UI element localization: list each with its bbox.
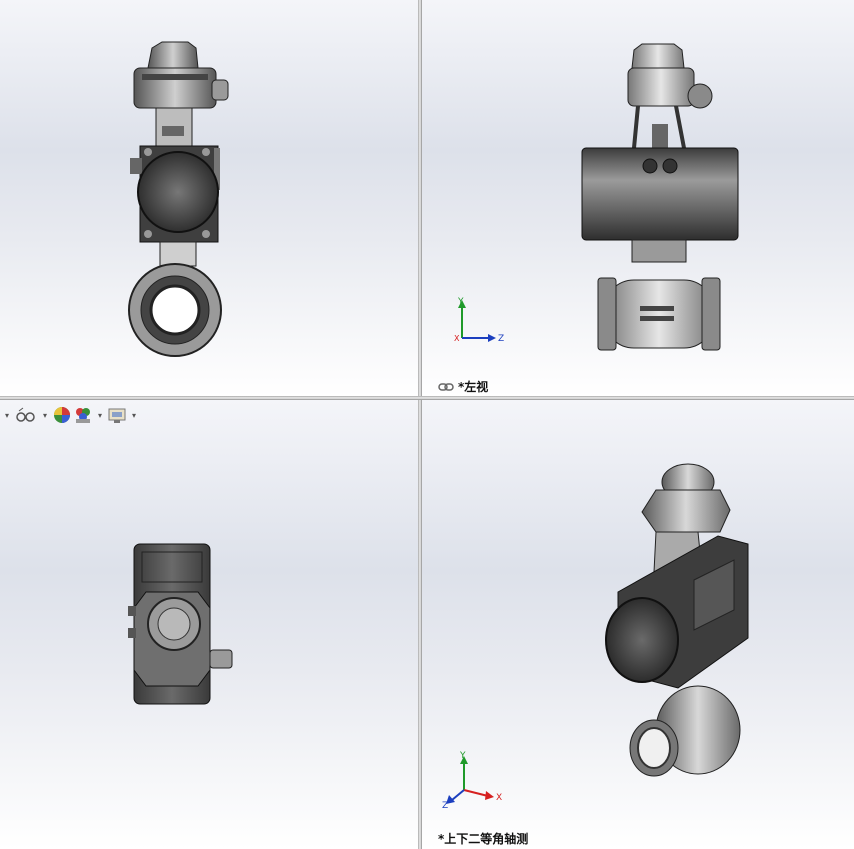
valve-top-view[interactable] (124, 542, 236, 706)
axis-y-label: Y (459, 751, 466, 761)
toolbar-dropdown-caret[interactable]: ▾ (43, 411, 47, 420)
axis-z-label: Z (442, 801, 448, 810)
toolbar-dropdown-caret[interactable]: ▾ (98, 411, 102, 420)
axis-triad: Y X Z (442, 751, 502, 810)
view-label-text: *左视 (458, 380, 489, 394)
toolbar-dropdown-caret[interactable]: ▾ (5, 411, 9, 420)
valve-isometric-view[interactable] (598, 460, 762, 780)
toolbar-dropdown-caret[interactable]: ▾ (132, 411, 136, 420)
viewport-front[interactable] (0, 0, 418, 396)
view-settings-icon[interactable] (108, 405, 126, 425)
valve-front-view[interactable] (120, 40, 230, 360)
view-label-isometric: *上下二等角轴测 (438, 830, 528, 847)
appearance-icon[interactable] (53, 405, 71, 425)
link-icon[interactable] (438, 382, 454, 392)
view-label-left: *左视 (438, 378, 488, 395)
viewport-left[interactable]: Y Z X *左视 (422, 0, 854, 396)
valve-left-view[interactable] (572, 40, 747, 360)
display-style-icon[interactable] (15, 405, 37, 425)
view-label-text: *上下二等角轴测 (438, 832, 529, 846)
axis-triad: Y Z X (454, 297, 504, 344)
axis-x-label: X (496, 793, 502, 803)
viewport-top[interactable]: ▾ ▾ ▾ ▾ (0, 400, 418, 849)
axis-z-label: Z (498, 334, 504, 344)
heads-up-toolbar: ▾ ▾ ▾ ▾ (0, 404, 139, 426)
axis-y-label: Y (457, 297, 464, 307)
viewport-splitter-horizontal[interactable] (0, 396, 854, 400)
scene-icon[interactable] (74, 405, 92, 425)
viewport-splitter-vertical[interactable] (418, 0, 422, 849)
viewport-isometric[interactable]: Y X Z *上下二等角轴测 (422, 400, 854, 849)
axis-x-label: X (454, 334, 460, 343)
